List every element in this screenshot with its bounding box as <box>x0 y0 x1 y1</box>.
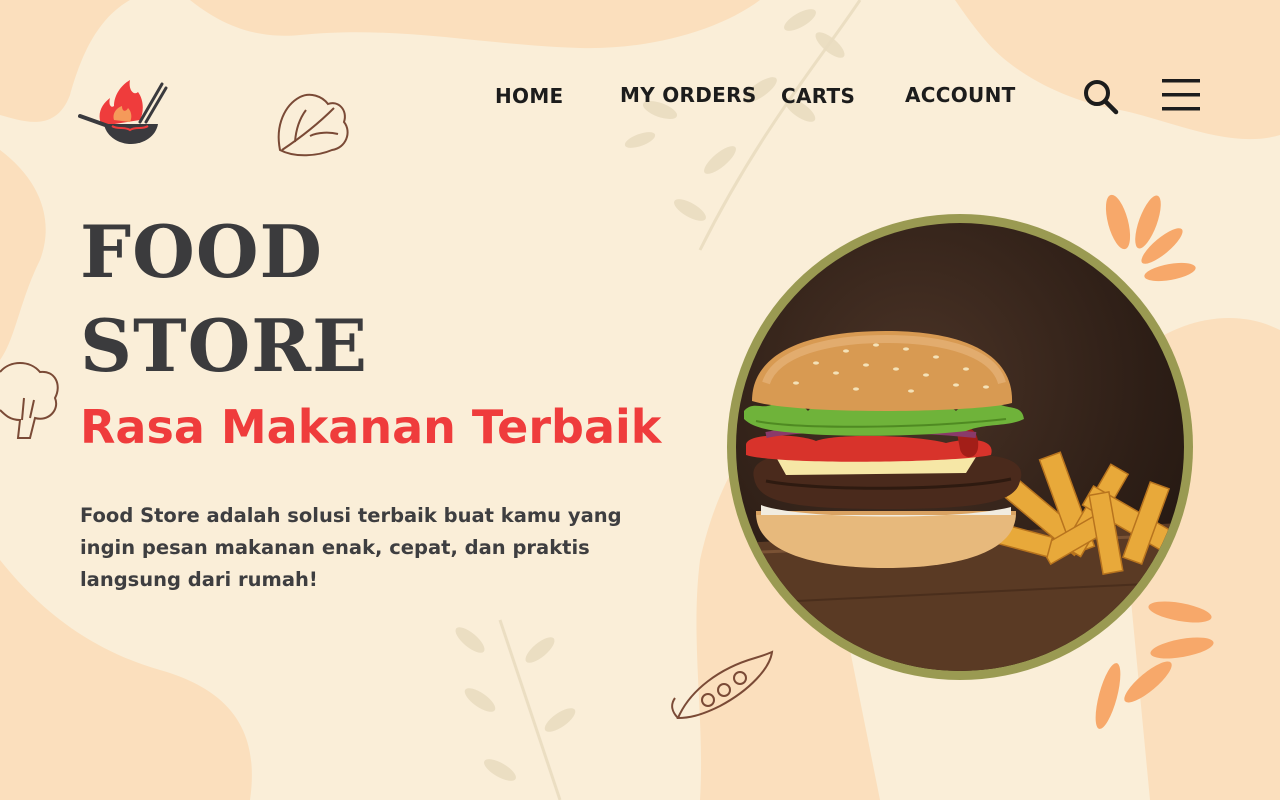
orange-sparkles-top <box>1105 194 1196 282</box>
tagline: Rasa Makanan Terbaik <box>80 400 662 454</box>
menu-button[interactable] <box>1160 76 1202 114</box>
nav-carts-link[interactable]: CARTS <box>781 84 855 108</box>
nav-my-orders-link[interactable]: MY ORDERS <box>620 83 757 107</box>
burger-and-fries-image <box>736 223 1184 671</box>
search-button[interactable] <box>1082 78 1120 116</box>
hamburger-menu-icon <box>1162 79 1200 111</box>
nav-home-link[interactable]: HOME <box>495 84 564 108</box>
main-navigation: HOME MY ORDERS CARTS ACCOUNT <box>0 0 1280 190</box>
nav-account-link[interactable]: ACCOUNT <box>905 83 1016 107</box>
title-line-2: STORE <box>80 303 369 388</box>
hero-image-frame <box>727 214 1193 680</box>
title-line-1: FOOD <box>80 209 323 294</box>
broccoli-doodle <box>0 362 59 439</box>
page-title: FOOD STORE <box>80 205 368 393</box>
search-icon <box>1084 80 1119 115</box>
hero-description: Food Store adalah solusi terbaik buat ka… <box>80 504 622 591</box>
